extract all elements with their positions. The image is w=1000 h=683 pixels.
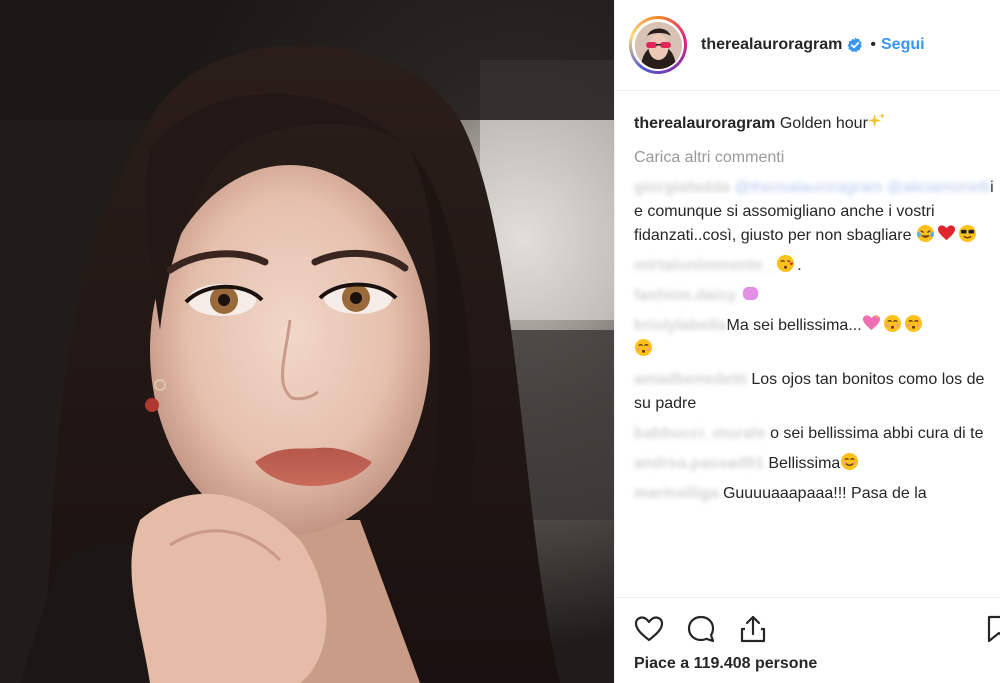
red-heart-emoji-icon: [937, 225, 956, 241]
comment-item: marinelliga Guuuuaaapaaa!!! Pasa de la: [634, 482, 994, 506]
comment-item: babbucci_murale o sei bellissima abbi cu…: [634, 422, 994, 446]
post-photo[interactable]: [0, 0, 614, 683]
sunglasses-emoji-icon: [958, 224, 977, 243]
kissing-closed-eyes-emoji-icon: [634, 338, 653, 357]
comment-username[interactable]: andrea.passad91: [634, 455, 764, 472]
load-more-comments-button[interactable]: Carica altri commenti: [634, 146, 1000, 170]
likes-count[interactable]: Piace a 119.408 persone: [634, 655, 817, 673]
comment-username[interactable]: marinelliga: [634, 485, 718, 502]
sparkles-icon: [867, 112, 886, 128]
share-icon[interactable]: [737, 613, 769, 645]
comment-mention[interactable]: @therealauroragram @aliciamonelli: [734, 179, 990, 196]
comment-item: amadbenedetti Los ojos tan bonitos como …: [634, 368, 994, 416]
post-sidebar: therealauroragram • Segui therealaurorag…: [614, 0, 1000, 683]
kissing-heart-emoji-icon: [777, 254, 795, 273]
comment-username[interactable]: babbucci_murale: [634, 425, 766, 442]
comment-username[interactable]: giorgiafadda: [634, 179, 730, 196]
caption-username[interactable]: therealauroragram: [634, 115, 775, 132]
comment-item: giorgiafadda @therealauroragram @aliciam…: [634, 176, 994, 248]
comment-text: Bellissima: [768, 455, 841, 472]
comment-text: .: [797, 257, 802, 274]
sparkling-heart-emoji-icon: [862, 314, 880, 331]
selfie-image: [0, 0, 614, 683]
comment-username[interactable]: amadbenedetti: [634, 371, 747, 388]
comment-text: Guuuuaaapaaa!!! Pasa de la: [722, 485, 927, 502]
post-actions: Piace a 119.408 persone: [615, 597, 1000, 683]
verified-badge-icon: [847, 37, 863, 53]
comment-icon[interactable]: [685, 613, 717, 645]
caption-text: Golden hour: [779, 115, 868, 132]
pink-blob-emoji-icon: [742, 286, 758, 301]
kissing-closed-eyes-emoji-icon: [904, 314, 922, 333]
comment-text: o sei bellissima abbi cura di te: [770, 425, 984, 442]
comment-item: fashion.daisy: [634, 284, 994, 308]
avatar-image: [634, 21, 682, 69]
comment-item: mirtalonimmente_ .: [634, 254, 994, 278]
post-header: therealauroragram • Segui: [615, 0, 1000, 91]
smiling-blush-emoji-icon: [841, 452, 859, 471]
avatar[interactable]: [629, 16, 687, 74]
kissing-closed-eyes-emoji-icon: [883, 314, 901, 333]
laughing-tears-emoji-icon: [916, 224, 935, 243]
comment-username[interactable]: mirtalonimmente_: [634, 257, 772, 274]
comment-text: Ma sei bellissima...: [726, 317, 862, 334]
post-author-username[interactable]: therealauroragram: [701, 36, 842, 54]
separator-dot: •: [870, 36, 876, 53]
follow-button[interactable]: Segui: [881, 36, 925, 54]
post-caption: therealauroragram Golden hour: [634, 112, 1000, 136]
comments-list[interactable]: therealauroragram Golden hour Carica alt…: [615, 92, 1000, 595]
heart-icon[interactable]: [633, 613, 665, 645]
comment-item: andrea.passad91 Bellissima: [634, 452, 994, 476]
comment-username[interactable]: kristylabella: [634, 317, 727, 334]
comment-username[interactable]: fashion.daisy: [634, 287, 736, 304]
bookmark-icon[interactable]: [983, 613, 1000, 645]
comment-item: kristylabellaMa sei bellissima...: [634, 314, 994, 362]
